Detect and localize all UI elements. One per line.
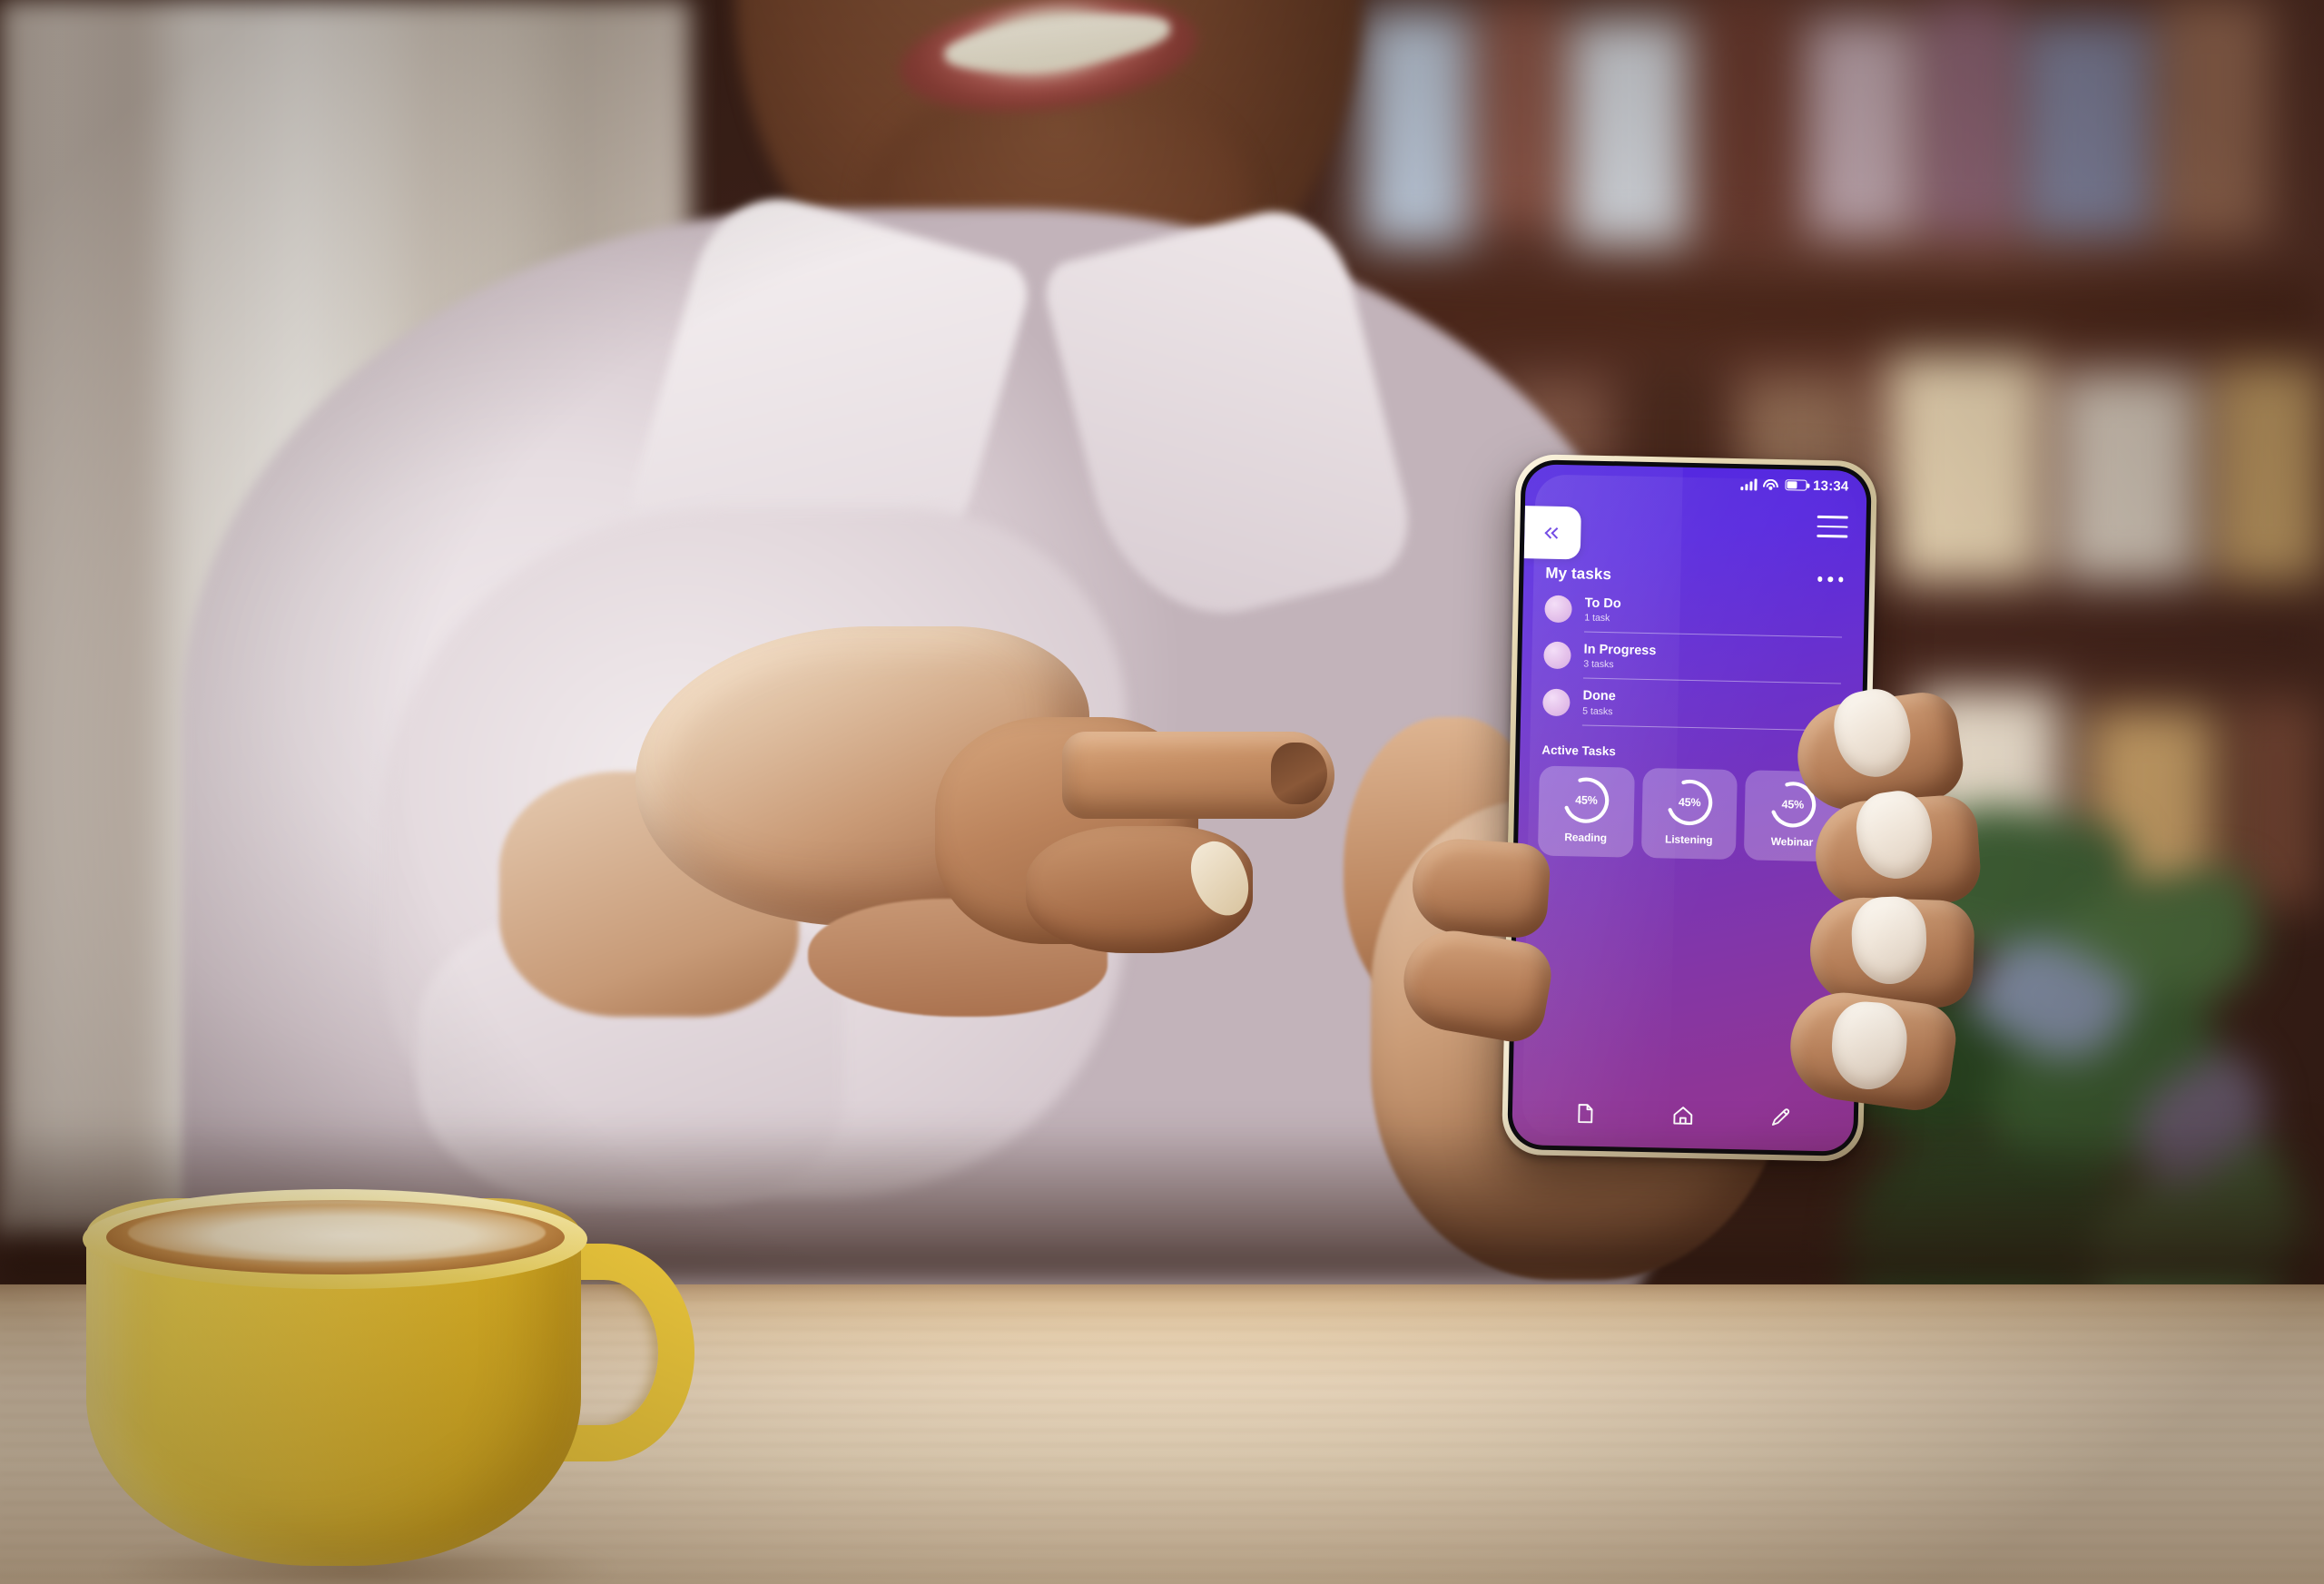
status-dot-icon <box>1543 641 1571 670</box>
yellow-coffee-cup <box>83 1189 694 1584</box>
active-task-card[interactable]: 45% Listening <box>1640 767 1738 860</box>
cellular-signal-icon <box>1739 477 1758 490</box>
active-task-card[interactable]: 45% Reading <box>1537 765 1635 858</box>
status-bar: 13:34 <box>1525 464 1867 502</box>
pointing-hand <box>499 599 1334 1035</box>
active-task-label: Reading <box>1564 830 1608 844</box>
wifi-icon <box>1763 478 1779 490</box>
task-group-text: Done 5 tasks <box>1582 689 1843 722</box>
status-dot-icon <box>1542 688 1571 716</box>
task-group-row[interactable]: Done 5 tasks <box>1537 688 1846 722</box>
finger <box>1409 835 1552 940</box>
three-dots-icon[interactable] <box>1817 576 1847 583</box>
list-divider <box>1581 724 1840 732</box>
hamburger-menu-icon[interactable] <box>1817 515 1848 538</box>
finger-nail <box>1271 743 1327 804</box>
status-bar-time: 13:34 <box>1812 477 1849 495</box>
list-divider <box>1584 631 1842 638</box>
progress-ring-icon: 45% <box>1664 776 1716 828</box>
list-divider <box>1582 677 1841 684</box>
cappuccino-foam <box>128 1204 546 1262</box>
active-task-cards: 45% Reading 45% Listening 45% Webinar <box>1534 765 1845 862</box>
scene-root: 13:34 My tasks To Do 1 task In Progress … <box>0 0 2324 1584</box>
task-group-row[interactable]: In Progress 3 tasks <box>1538 641 1847 675</box>
page-title: My tasks <box>1545 564 1612 584</box>
active-task-label: Webinar <box>1770 834 1814 849</box>
progress-value: 45% <box>1678 795 1701 809</box>
battery-icon <box>1784 479 1807 491</box>
task-group-list: To Do 1 task In Progress 3 tasks Done 5 … <box>1537 595 1848 732</box>
task-group-text: To Do 1 task <box>1584 596 1845 629</box>
task-group-row[interactable]: To Do 1 task <box>1539 595 1848 628</box>
progress-ring-icon: 45% <box>1561 774 1612 826</box>
task-group-text: In Progress 3 tasks <box>1583 643 1844 675</box>
active-task-label: Listening <box>1664 832 1713 847</box>
progress-value: 45% <box>1575 793 1598 807</box>
status-dot-icon <box>1544 595 1572 624</box>
double-chevron-left-icon <box>1544 526 1563 539</box>
page-header: My tasks <box>1540 564 1848 588</box>
back-button[interactable] <box>1523 506 1581 560</box>
